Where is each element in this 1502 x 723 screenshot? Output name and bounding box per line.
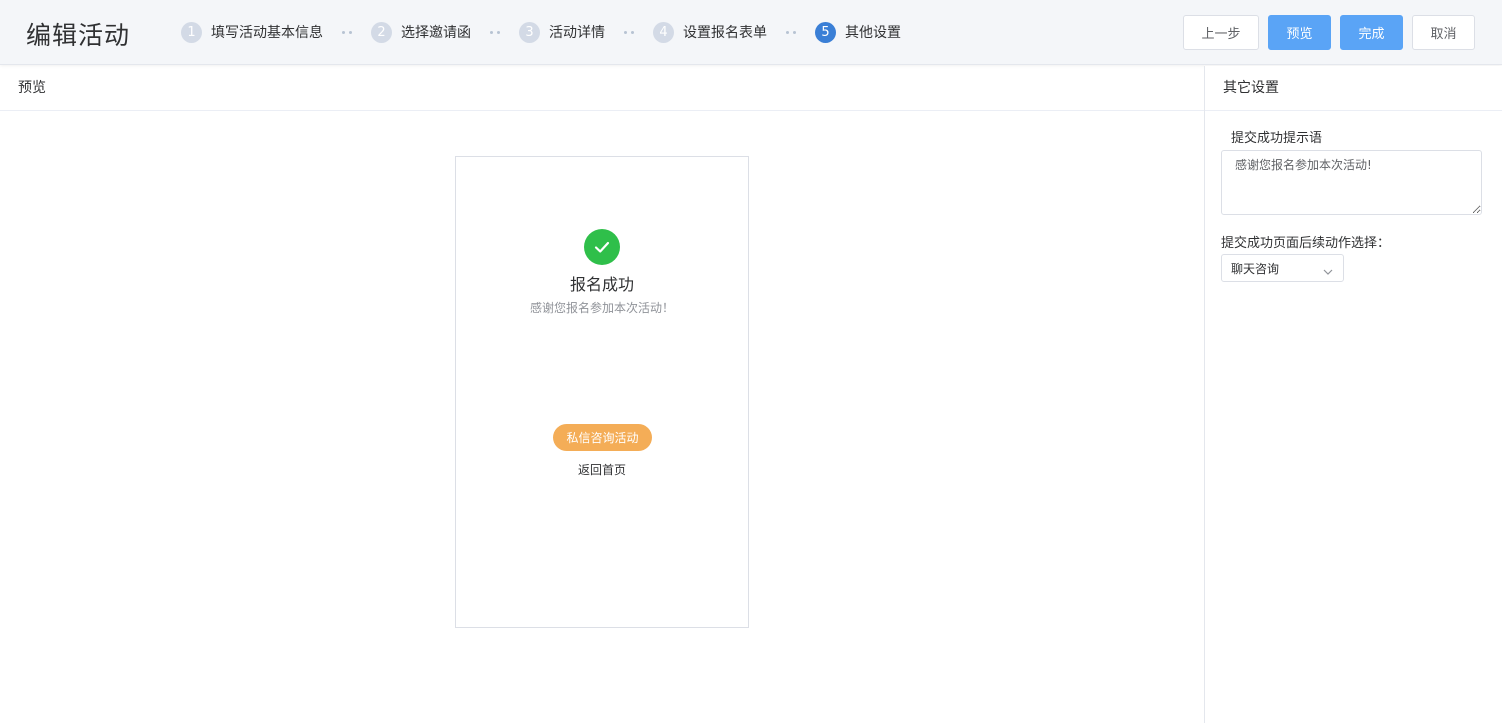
step-label: 设置报名表单 bbox=[683, 25, 767, 41]
step-number: 2 bbox=[371, 21, 392, 43]
follow-up-action-select[interactable]: 聊天咨询 bbox=[1221, 254, 1344, 282]
preview-button[interactable]: 预览 bbox=[1268, 15, 1331, 50]
step-basic-info[interactable]: 1 填写活动基本信息 bbox=[181, 21, 323, 43]
step-other-settings[interactable]: 5 其他设置 bbox=[815, 21, 901, 43]
step-separator bbox=[340, 30, 354, 34]
settings-panel-title: 其它设置 bbox=[1205, 66, 1502, 111]
prev-step-button[interactable]: 上一步 bbox=[1183, 15, 1259, 50]
settings-panel: 其它设置 提交成功提示语 感谢您报名参加本次活动! 提交成功页面后续动作选择： … bbox=[1204, 66, 1502, 723]
select-value: 聊天咨询 bbox=[1231, 261, 1280, 276]
header-actions: 上一步 预览 完成 取消 bbox=[1183, 15, 1475, 50]
step-indicator: 1 填写活动基本信息 2 选择邀请函 3 活动详情 4 设置报名表单 5 其他设… bbox=[181, 21, 901, 43]
step-registration-form[interactable]: 4 设置报名表单 bbox=[653, 21, 767, 43]
step-number: 1 bbox=[181, 21, 202, 43]
success-message: 感谢您报名参加本次活动！ bbox=[529, 301, 674, 315]
step-label: 其他设置 bbox=[845, 25, 901, 41]
step-number: 4 bbox=[653, 21, 674, 43]
chevron-down-icon bbox=[1322, 263, 1334, 275]
success-tip-textarea[interactable]: 感谢您报名参加本次活动! bbox=[1221, 150, 1482, 215]
top-bar: 编辑活动 1 填写活动基本信息 2 选择邀请函 3 活动详情 4 设置报名表单 … bbox=[0, 0, 1502, 65]
success-tip-label: 提交成功提示语 bbox=[1231, 131, 1323, 146]
preview-panel: 预览 报名成功 感谢您报名参加本次活动！ 私信咨询活动 返回首页 bbox=[0, 66, 1204, 723]
back-home-link[interactable]: 返回首页 bbox=[456, 461, 748, 478]
step-separator bbox=[488, 30, 502, 34]
consult-activity-button[interactable]: 私信咨询活动 bbox=[553, 424, 652, 451]
phone-preview: 报名成功 感谢您报名参加本次活动！ 私信咨询活动 返回首页 bbox=[455, 156, 749, 628]
step-label: 选择邀请函 bbox=[401, 25, 471, 41]
step-number: 3 bbox=[519, 21, 540, 43]
step-number: 5 bbox=[815, 21, 836, 43]
preview-panel-title: 预览 bbox=[0, 66, 1204, 111]
step-label: 活动详情 bbox=[549, 25, 605, 41]
finish-button[interactable]: 完成 bbox=[1340, 15, 1403, 50]
step-label: 填写活动基本信息 bbox=[211, 25, 323, 41]
cancel-button[interactable]: 取消 bbox=[1412, 15, 1475, 50]
step-details[interactable]: 3 活动详情 bbox=[519, 21, 605, 43]
success-check-icon bbox=[584, 229, 620, 265]
step-separator bbox=[784, 30, 798, 34]
page-title: 编辑活动 bbox=[26, 21, 131, 50]
step-invitation[interactable]: 2 选择邀请函 bbox=[371, 21, 471, 43]
follow-up-action-label: 提交成功页面后续动作选择： bbox=[1221, 236, 1391, 251]
success-title: 报名成功 bbox=[569, 275, 634, 294]
step-separator bbox=[622, 30, 636, 34]
